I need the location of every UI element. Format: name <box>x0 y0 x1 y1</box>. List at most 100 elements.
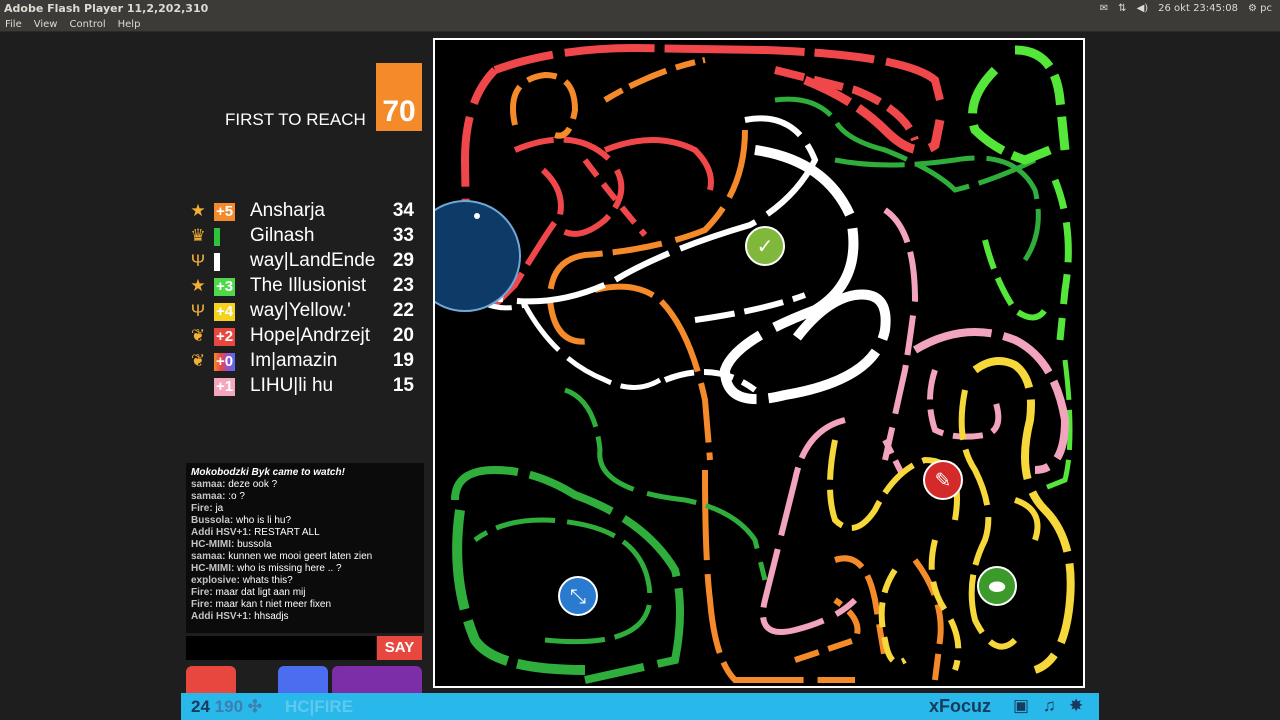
player-name: The Illusionist <box>250 275 367 296</box>
player-score: 19 <box>392 350 414 371</box>
menu-view[interactable]: View <box>34 17 58 31</box>
chat-message: samaa: deze ook ? <box>191 479 419 491</box>
chat-author: Fire: <box>191 587 213 598</box>
chat-author: Addi HSV+1: <box>191 527 252 538</box>
chat-text: kunnen we mooi geert laten zien <box>225 551 373 562</box>
chat-author: Addi HSV+1: <box>191 611 252 622</box>
chat-text: ja <box>212 503 224 514</box>
chat-author: HC-MIMI: <box>191 539 235 550</box>
player-score: 23 <box>392 275 414 296</box>
player-score: 15 <box>392 375 414 396</box>
chat-message: Addi HSV+1: hhsadjs <box>191 611 419 623</box>
player-name: xFocuz <box>929 696 992 716</box>
chat-author: HC-MIMI: <box>191 563 235 574</box>
game-arena[interactable]: ✓ ⤡ ✎ ⬬ <box>433 38 1085 688</box>
speed-powerup-icon: ✎ <box>923 460 963 500</box>
chat-input[interactable] <box>186 636 376 660</box>
goal-label: FIRST TO REACH <box>225 110 366 129</box>
say-button[interactable]: SAY <box>377 636 422 660</box>
chat-message: Fire: maar dat ligt aan mij <box>191 587 419 599</box>
bonus-badge: +0 <box>214 353 236 371</box>
green-trails <box>451 96 1041 684</box>
screen-icon[interactable]: ▣ <box>1013 696 1029 716</box>
system-tray: ✉ ⇅ ◀) 26 okt 23:45:08 ⚙ pc <box>1100 0 1272 17</box>
bonus-badge: +4 <box>214 303 236 321</box>
clock[interactable]: 26 okt 23:45:08 <box>1158 0 1238 17</box>
chat-author: Bussola: <box>191 515 234 526</box>
chat-message: samaa: :o ? <box>191 491 419 503</box>
chat-text: hhsadjs <box>251 611 289 622</box>
scoreboard-row: ❦ +0 Im|amazin 19 <box>186 349 418 374</box>
volume-icon[interactable]: ◀) <box>1137 0 1149 17</box>
chat-author: Fire: <box>191 599 213 610</box>
chat-text: deze ook ? <box>225 479 278 490</box>
bonus-badge: +2 <box>214 328 236 346</box>
expand-powerup-icon: ⤡ <box>558 576 598 616</box>
crown-icon: ♛ <box>190 226 206 245</box>
scoreboard-row: ★ +3 The Illusionist 23 <box>186 274 418 299</box>
player-name: way|Yellow.' <box>250 300 351 321</box>
chat-author: samaa: <box>191 479 226 490</box>
team-name: HC|FIRE <box>285 697 354 716</box>
scoreboard-row: ❦ +2 Hope|Andrzejt 20 <box>186 324 418 349</box>
star-icon: ★ <box>190 201 206 220</box>
lime-trails <box>968 45 1073 493</box>
chat-text: maar kan t niet meer fixen <box>212 599 332 610</box>
bonus-badge <box>214 228 220 246</box>
chat-log: Mokobodzki Byk came to watch! samaa: dez… <box>186 463 424 633</box>
menu-control[interactable]: Control <box>69 17 105 31</box>
chat-message: Fire: ja <box>191 503 419 515</box>
player-name: Im|amazin <box>250 350 338 371</box>
network-quality-icon: ✣ <box>247 697 263 716</box>
effects-icon[interactable]: ✸ <box>1069 696 1083 716</box>
rabbit-icon: ❦ <box>190 351 206 370</box>
scoreboard-row: ♛ Gilnash 33 <box>186 224 418 249</box>
chat-message: samaa: kunnen we mooi geert laten zien <box>191 551 419 563</box>
player-score: 20 <box>392 325 414 346</box>
scoreboard-row: Ψway|LandEnde 29 <box>186 249 418 274</box>
music-icon[interactable]: ♫ <box>1043 696 1056 716</box>
user-menu[interactable]: ⚙ pc <box>1248 0 1272 17</box>
mail-icon[interactable]: ✉ <box>1100 0 1108 17</box>
player-score: 22 <box>392 300 414 321</box>
chat-text: who is missing here .. ? <box>234 563 342 574</box>
chat-author: explosive: <box>191 575 240 586</box>
clear-trails-powerup-icon: ✓ <box>745 226 785 266</box>
window-title: Adobe Flash Player 11,2,202,310 ✉ ⇅ ◀) 2… <box>0 0 1280 17</box>
bonus-badge <box>214 253 220 271</box>
red-trails <box>460 43 945 308</box>
chat-message: HC-MIMI: who is missing here .. ? <box>191 563 419 575</box>
scoreboard-row: ★ +5 Ansharja 34 <box>186 199 418 224</box>
scoreboard-row: +1 LIHU|li hu 15 <box>186 374 418 399</box>
player-name: Ansharja <box>250 200 325 221</box>
antler-icon: Ψ <box>190 251 206 270</box>
chat-message: HC-MIMI: bussola <box>191 539 419 551</box>
player-name: LIHU|li hu <box>250 375 334 396</box>
scoreboard: ★ +5 Ansharja 34 ♛ Gilnash 33 Ψway|LandEnde 29 ★ +… <box>186 199 418 399</box>
chat-message: Addi HSV+1: RESTART ALL <box>191 527 419 539</box>
slow-turtle-powerup-icon: ⬬ <box>977 566 1017 606</box>
network-icon[interactable]: ⇅ <box>1118 0 1126 17</box>
chat-text: bussola <box>234 539 272 550</box>
chat-message: explosive: whats this? <box>191 575 419 587</box>
chat-message: Bussola: who is li hu? <box>191 515 419 527</box>
menu-file[interactable]: File <box>5 17 22 31</box>
chat-message: Fire: maar kan t niet meer fixen <box>191 599 419 611</box>
bonus-badge: +1 <box>214 378 236 396</box>
ping-readout: 24 190 ✣ <box>191 697 263 716</box>
player-head-white <box>474 213 480 219</box>
bonus-badge: +5 <box>214 203 236 221</box>
chat-text: who is li hu? <box>233 515 292 526</box>
pink-trails <box>760 207 1070 635</box>
chat-text: :o ? <box>225 491 245 502</box>
chat-system-message: Mokobodzki Byk came to watch! <box>191 467 345 478</box>
player-score: 29 <box>392 250 414 271</box>
menu-help[interactable]: Help <box>118 17 141 31</box>
menu-bar: File View Control Help <box>0 17 1280 32</box>
blank-icon <box>186 375 210 397</box>
chat-text: RESTART ALL <box>251 527 320 538</box>
player-score: 33 <box>392 225 414 246</box>
chat-author: samaa: <box>191 491 226 502</box>
player-score: 34 <box>392 200 414 221</box>
bonus-badge: +3 <box>214 278 236 296</box>
